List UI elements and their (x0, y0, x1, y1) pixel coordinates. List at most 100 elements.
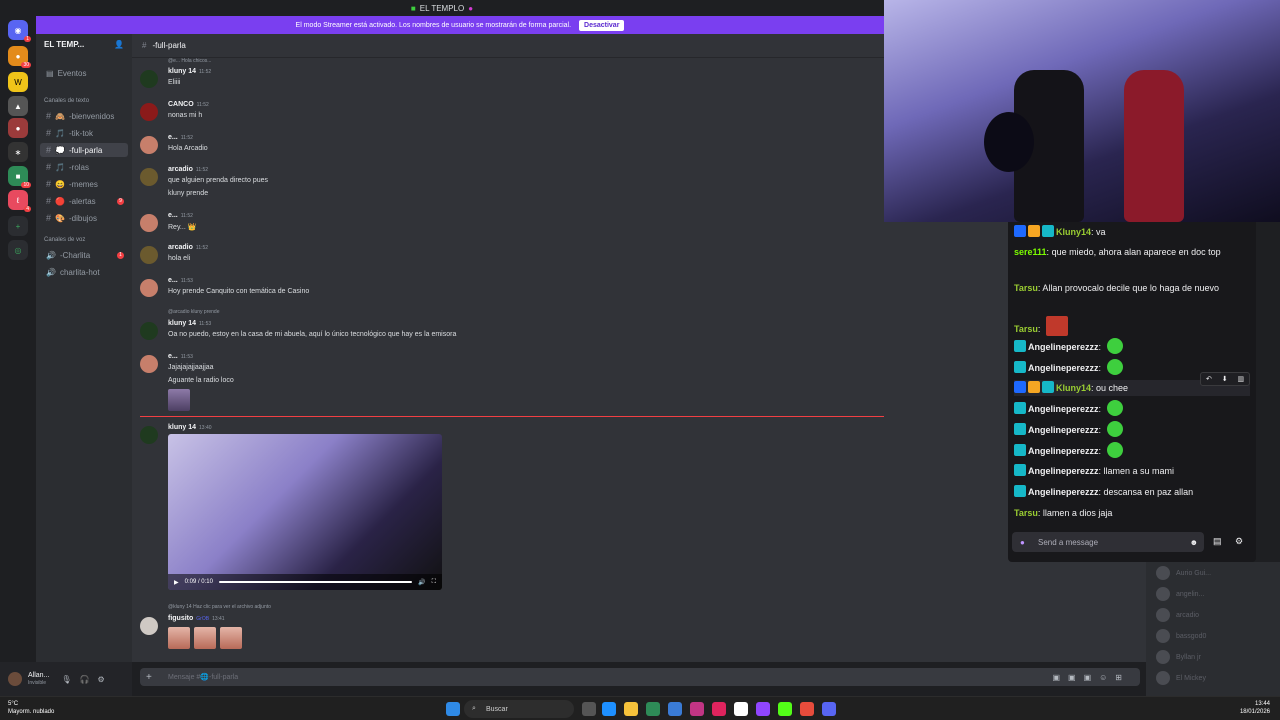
chrome-icon[interactable] (646, 702, 660, 716)
store-icon[interactable]: ▤ (1213, 536, 1222, 547)
twitch-icon[interactable] (756, 702, 770, 716)
channel-alertas[interactable]: # 🔴 -alertas 9 (40, 194, 128, 208)
channel-memes[interactable]: # 😄 -memes (40, 177, 128, 191)
server-icon-2[interactable]: W (8, 72, 28, 92)
voice-channel-charlita-hot[interactable]: 🔊 charlita-hot (40, 265, 128, 279)
clock[interactable]: 13:44 18/01/2026 (1240, 700, 1270, 716)
voice-channel-charlita[interactable]: 🔊 -Charlita 1 (40, 248, 128, 262)
mail-icon[interactable] (668, 702, 682, 716)
server-icon-active[interactable]: ℓ4 (8, 190, 31, 212)
reply-icon[interactable]: ↶ (1206, 375, 1212, 383)
gear-icon[interactable]: ⚙ (98, 675, 105, 684)
image-attachment[interactable] (168, 627, 190, 649)
chat-message: Tarsu: llamen a dios jaja (1014, 508, 1113, 518)
image-attachment[interactable] (168, 389, 190, 411)
start-icon[interactable] (446, 702, 460, 716)
avatar[interactable] (140, 103, 158, 121)
avatar[interactable] (140, 246, 158, 264)
person-image (984, 112, 1034, 172)
channel-tik-tok[interactable]: # 🎵 -tik-tok (40, 126, 128, 140)
member-item[interactable]: bassgod0 (1156, 629, 1206, 643)
deactivate-button[interactable]: Desactivar (579, 19, 625, 31)
taskbar: 5°C Mayorm. nublado ⌕ Buscar 13:44 18/01… (0, 696, 1280, 720)
hash-icon: # (142, 41, 147, 50)
reply-preview[interactable]: @e... Hola chicos... (168, 58, 211, 64)
person-image (1124, 70, 1184, 222)
microphone-icon[interactable]: 🎙 (61, 675, 71, 684)
category-voice[interactable]: Canales de voz (44, 237, 85, 243)
server-icon-3[interactable]: ▲ (8, 96, 28, 116)
play-icon[interactable]: ▶ (174, 579, 179, 586)
avatar[interactable] (140, 279, 158, 297)
avatar[interactable] (140, 168, 158, 186)
events-item[interactable]: ▤ Eventos (40, 66, 128, 80)
headphones-icon[interactable]: 🎧 (80, 675, 90, 684)
member-item[interactable]: Byllan jr (1156, 650, 1201, 664)
server-icon-5[interactable]: ∗ (8, 142, 28, 162)
discord-home-icon[interactable]: ◉ 1 (8, 20, 31, 42)
avatar[interactable] (140, 617, 158, 635)
avatar[interactable] (140, 426, 158, 444)
edge-icon[interactable] (602, 702, 616, 716)
member-item[interactable]: Aurio Gui... (1156, 566, 1211, 580)
channel-full-parla[interactable]: # 💭 -full-parla (40, 143, 128, 157)
devil-icon: ● (468, 3, 474, 13)
channel-rolas[interactable]: # 🎵 -rolas (40, 160, 128, 174)
instagram-icon[interactable] (690, 702, 704, 716)
video-attachment[interactable]: ▶ 0:09 / 0:10 🔊 ⛶ (168, 434, 442, 590)
member-item[interactable]: angelin... (1156, 587, 1204, 601)
fullscreen-icon[interactable]: ⛶ (432, 579, 436, 586)
task-view-icon[interactable] (582, 702, 596, 716)
plus-icon[interactable]: + (146, 672, 152, 683)
channel-dibujos[interactable]: # 🎨 -dibujos (40, 211, 128, 225)
taskbar-search[interactable]: ⌕ Buscar (464, 700, 574, 718)
image-attachment[interactable] (220, 627, 242, 649)
member-item[interactable]: El Mickey (1156, 671, 1206, 685)
server-icon-6[interactable]: ■ 10 (8, 166, 31, 188)
chat-message: Angelineperezzz: descansa en paz allan (1014, 484, 1250, 500)
avatar[interactable] (8, 672, 22, 686)
server-name[interactable]: EL TEMP... (44, 40, 84, 49)
user-panel: Allan... Invisible 🎙 🎧 ⚙ (0, 662, 132, 696)
channel-bienvenidos[interactable]: # 🙈 -bienvenidos (40, 109, 128, 123)
amazon-icon[interactable] (734, 702, 748, 716)
user-name: Allan... (28, 672, 50, 679)
avatar[interactable] (140, 322, 158, 340)
channel-sidebar: EL TEMP... 👤 ▤ Eventos Canales de texto #… (36, 34, 132, 662)
video-progress[interactable] (218, 581, 413, 583)
reply-preview[interactable]: @arcadio kluny prende (168, 309, 220, 315)
server-icon-1[interactable]: ● 30 (8, 46, 31, 68)
message-input[interactable]: + Mensaje #🌐-full-parla ▣▣▣☺⊞ (140, 668, 1140, 686)
emote-icon (1106, 338, 1123, 354)
folder-icon[interactable] (624, 702, 638, 716)
server-rail: ◉ 1 ● 30 W ▲ ● ∗ ■ 10 ℓ4 + ◎ (0, 16, 36, 696)
speaker-icon: 🔊 (46, 267, 56, 277)
volume-icon[interactable]: 🔊 (418, 579, 425, 586)
chrome-icon[interactable] (800, 702, 814, 716)
chat-message: Kluny14: va (1014, 224, 1250, 240)
add-member-icon[interactable]: 👤 (114, 40, 124, 49)
avatar[interactable] (140, 136, 158, 154)
avatar[interactable] (140, 355, 158, 373)
discord-icon[interactable] (822, 702, 836, 716)
gear-icon[interactable]: ⚙ (1235, 536, 1243, 547)
member-item[interactable]: arcadio (1156, 608, 1199, 622)
media-icon[interactable] (712, 702, 726, 716)
avatar[interactable] (140, 70, 158, 88)
server-icon-4[interactable]: ● (8, 118, 28, 138)
avatar[interactable] (140, 214, 158, 232)
reply-preview[interactable]: @kluny 14 Haz clic para ver el archivo a… (168, 604, 271, 610)
explore-icon[interactable]: ◎ (8, 240, 28, 260)
emote-icon (1106, 421, 1123, 437)
category-text[interactable]: Canales de texto (44, 98, 89, 104)
image-attachment[interactable] (194, 627, 216, 649)
weather-widget[interactable]: 5°C Mayorm. nublado (8, 700, 54, 716)
twitch-chat-input[interactable]: ● Send a message ☻ (1012, 532, 1204, 552)
trash-icon[interactable]: ▥ (1237, 375, 1244, 383)
pin-icon[interactable]: ⬇ (1222, 375, 1228, 383)
kick-icon[interactable] (778, 702, 792, 716)
add-server-icon[interactable]: + (8, 216, 28, 236)
composer-tools-icon[interactable]: ▣▣▣☺⊞ (1052, 673, 1130, 682)
emoji-icon[interactable]: ☻ (1190, 538, 1198, 547)
microphone-icon[interactable]: ● (1020, 538, 1025, 547)
